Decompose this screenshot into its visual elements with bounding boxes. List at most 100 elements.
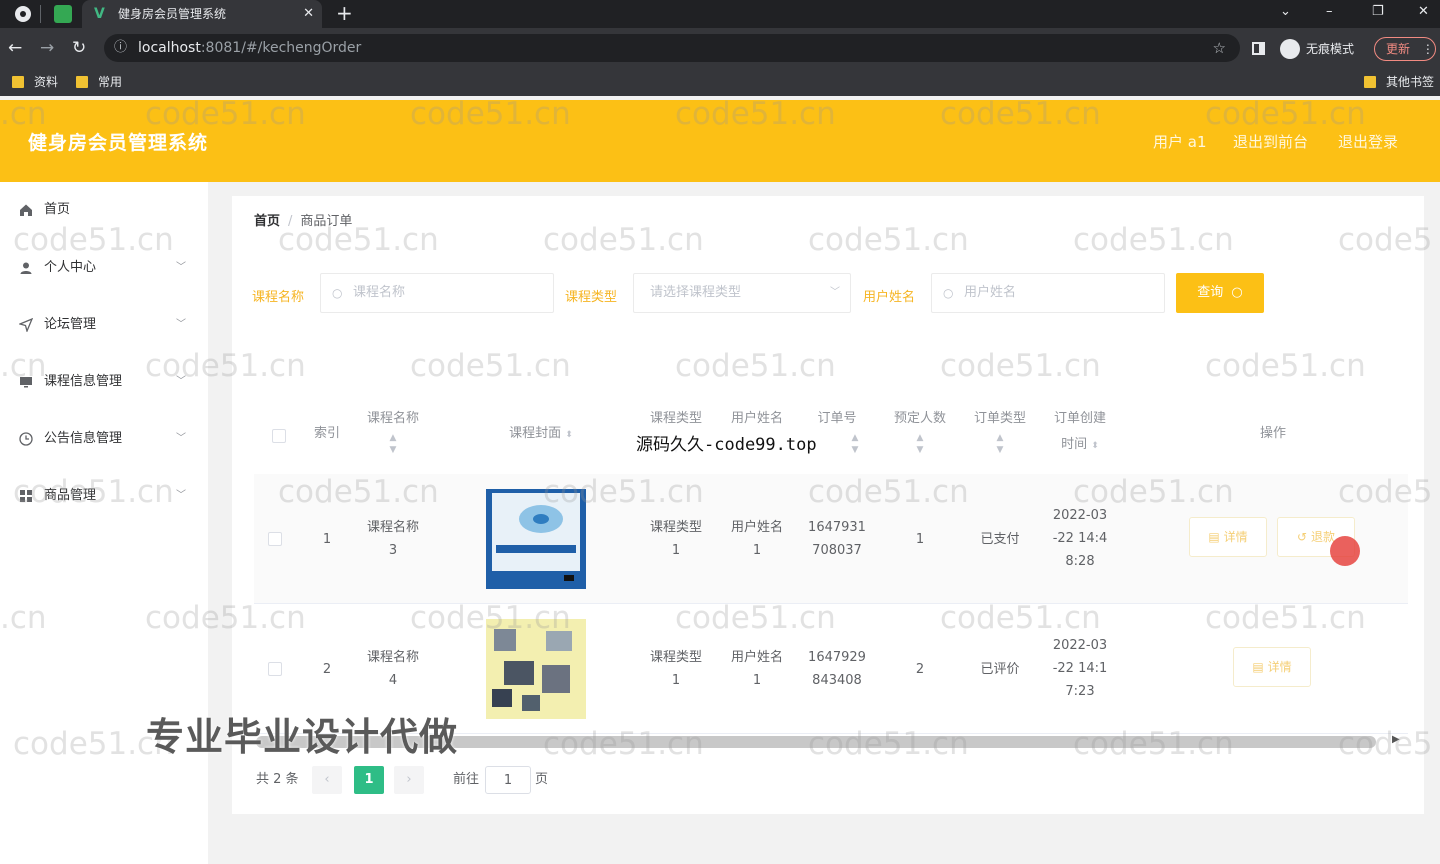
app-header: 健身房会员管理系统 用户 a1 退出到前台 退出登录 [0,100,1440,182]
sort-icon[interactable]: ▲▼ [962,432,1038,456]
side-panel-icon[interactable] [1252,42,1265,55]
back-icon[interactable]: ← [8,36,22,60]
cell-text: 7:23 [1065,684,1095,699]
cell-text: 3 [388,543,398,558]
forward-icon[interactable]: → [40,36,54,60]
th-label: 课程封面 [509,426,562,441]
breadcrumb-home[interactable]: 首页 [254,214,280,229]
chevron-down-icon: ﹀ [176,262,186,273]
select-all-checkbox[interactable] [272,429,286,443]
sidebar-item-forum[interactable]: 论坛管理 ﹀ [0,305,208,345]
tab-close-icon[interactable]: ✕ [303,0,314,28]
sort-icon[interactable]: ▲▼ [882,432,958,456]
cell-text: 课程名称 [366,650,419,665]
cell-text: -22 14:4 [1052,531,1108,546]
chevron-down-icon: ﹀ [176,433,186,444]
th-label: 订单类型 [973,411,1026,426]
other-bookmarks[interactable]: 其他书签 [1364,68,1434,96]
sidebar-item-profile[interactable]: 个人中心 ﹀ [0,248,208,288]
cell-text: 课程类型 [649,650,702,665]
chevron-down-icon: ﹀ [176,376,186,387]
detail-button[interactable]: ▤ 详情 [1189,517,1267,557]
next-page-button[interactable]: › [394,766,424,794]
sort-icon[interactable]: ⬍ [565,430,573,440]
update-button[interactable]: 更新 ⋮ [1374,37,1436,61]
sidebar-item-goods[interactable]: 商品管理 ﹀ [0,476,208,516]
folder-icon [76,76,88,88]
th-cover[interactable]: 课程封面 ⬍ [486,421,596,448]
course-type-select[interactable]: 请选择课程类型 ﹀ [633,273,851,313]
cell-created: 2022-03 -22 14:1 7:23 [1042,634,1118,703]
cell-order-no: 1647929 843408 [802,646,872,692]
pagination-total: 共 2 条 [256,772,299,787]
row-checkbox[interactable] [268,662,282,676]
search-icon: ○ [1231,285,1243,300]
cell-created: 2022-03 -22 14:4 8:28 [1042,504,1118,573]
cell-text: 1 [752,673,762,688]
cell-text: 课程类型 [649,520,702,535]
bookmark-folder[interactable]: 资料 [12,68,58,96]
user-name-label: 用户姓名 [863,290,916,305]
refresh-icon: ↺ [1297,530,1308,544]
cell-count: 1 [915,532,925,547]
course-name-input[interactable]: ○ 课程名称 [320,273,554,313]
th-label: 预定人数 [893,411,946,426]
vue-favicon-icon: V [94,6,105,22]
search-icon: ○ [332,286,343,300]
browser-tab-active[interactable]: V 健身房会员管理系统 ✕ [82,0,322,28]
reload-icon[interactable]: ↻ [72,36,86,60]
prev-page-button[interactable]: ‹ [312,766,342,794]
incognito-label: 无痕模式 [1306,42,1355,56]
address-bar[interactable]: ⓘ localhost:8081/#/kechengOrder ☆ [104,34,1240,62]
sidebar-item-home[interactable]: 首页 [0,190,208,230]
th-order-type[interactable]: 订单类型 ▲ ▼ [962,406,1038,456]
promo-watermark: 专业毕业设计代做 [146,715,459,759]
window-close-icon[interactable]: ✕ [1418,0,1429,24]
more-vert-icon: ⋮ [1421,42,1434,56]
incognito-indicator[interactable]: 无痕模式 [1280,38,1354,60]
detail-button[interactable]: ▤ 详情 [1233,647,1311,687]
browser-menu-icon[interactable] [14,5,32,23]
sidebar-item-notice[interactable]: 公告信息管理 ﹀ [0,419,208,459]
user-name-input[interactable]: ○ 用户姓名 [931,273,1165,313]
sheet-app-icon[interactable] [54,5,72,23]
new-tab-icon[interactable]: + [336,0,353,26]
site-info-icon[interactable]: ⓘ [114,34,127,62]
bookmark-folder[interactable]: 常用 [76,68,122,96]
tab-search-icon[interactable]: ⌄ [1280,0,1291,24]
cell-text: 2022-03 [1052,638,1108,653]
course-type-placeholder: 请选择课程类型 [650,285,742,300]
row-checkbox[interactable] [268,532,282,546]
cell-index: 1 [322,532,332,547]
sidebar-item-course[interactable]: 课程信息管理 ﹀ [0,362,208,402]
bookmark-star-icon[interactable]: ☆ [1213,34,1226,62]
th-user-name[interactable]: 用户姓名 [722,406,792,432]
cell-text: 课程名称 [366,520,419,535]
sort-icon[interactable]: ▲▼ [358,432,428,456]
bookmark-label: 常用 [98,75,123,89]
goto-label: 前往 [453,772,480,787]
cell-text: 1647929 [808,650,866,665]
course-name-label: 课程名称 [252,290,305,305]
table-header: 索引 课程名称 ▲▼ 课程封面 ⬍ 课程类型 ▲▼ 用户姓名 订单号 ▲▼ 预定人数 ▲… [254,396,1408,472]
page-number-current[interactable]: 1 [354,766,384,794]
th-created[interactable]: 订单创建 时间 ⬍ [1042,406,1118,459]
logout-link[interactable]: 退出登录 [1338,131,1398,152]
sort-icon[interactable]: ▲▼ [838,432,872,456]
restore-icon[interactable]: ❐ [1372,0,1384,24]
th-course-name[interactable]: 课程名称 ▲ ▼ [358,406,428,456]
cell-course-type: 课程类型 1 [641,646,711,692]
sort-icon[interactable]: ⬍ [1091,441,1099,451]
back-to-frontend-link[interactable]: 退出到前台 [1233,131,1308,152]
detail-label: 详情 [1267,660,1292,674]
th-count[interactable]: 预定人数 ▲ ▼ [882,406,958,456]
clock-icon [19,432,33,446]
cell-text: 8:28 [1065,554,1095,569]
minimize-icon[interactable]: – [1326,0,1333,24]
query-button[interactable]: 查询 ○ [1176,273,1264,313]
cell-course-name: 课程名称 3 [358,516,428,562]
scroll-right-arrow-icon[interactable]: ▶ [1392,734,1400,745]
goto-page-input[interactable]: 1 [485,766,531,794]
home-icon [20,204,32,216]
sidebar-item-label: 课程信息管理 [44,374,123,389]
